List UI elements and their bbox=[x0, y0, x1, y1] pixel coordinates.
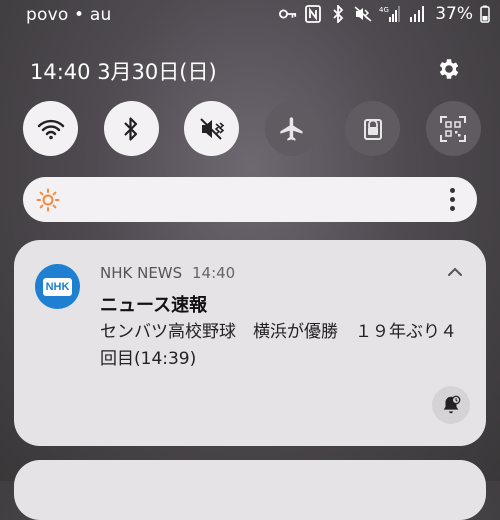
alert-settings-button[interactable] bbox=[432, 386, 470, 424]
app-name: NHK NEWS bbox=[100, 264, 183, 282]
bluetooth-icon bbox=[124, 116, 138, 141]
airplane-icon bbox=[280, 116, 303, 141]
notification-time: 14:40 bbox=[192, 264, 236, 282]
mute-icon bbox=[354, 4, 372, 24]
nhk-logo: NHK bbox=[42, 277, 73, 296]
lock-icon bbox=[363, 118, 382, 140]
wifi-toggle[interactable] bbox=[23, 101, 78, 156]
next-notification-card[interactable] bbox=[14, 460, 486, 520]
date-time: 14:40 3月30日(日) bbox=[30, 60, 217, 84]
status-bar: povo • au 4G 37% bbox=[0, 0, 500, 32]
notification-card[interactable]: NHK NHK NEWS 14:40 ニュース速報 センバツ高校野球 横浜が優勝… bbox=[14, 240, 486, 446]
bluetooth-icon bbox=[329, 4, 347, 24]
battery-icon bbox=[480, 4, 490, 24]
settings-button[interactable] bbox=[432, 52, 466, 86]
mute-vibrate-icon bbox=[199, 117, 224, 140]
key-icon bbox=[279, 4, 297, 24]
bluetooth-toggle[interactable] bbox=[103, 101, 159, 156]
more-options-icon[interactable] bbox=[449, 188, 455, 212]
sound-toggle[interactable] bbox=[184, 101, 240, 156]
wifi-icon bbox=[37, 119, 64, 139]
brightness-slider[interactable] bbox=[23, 177, 477, 222]
chevron-up-icon bbox=[448, 267, 462, 276]
bell-icon bbox=[443, 395, 461, 414]
battery-label: 37% bbox=[435, 4, 473, 24]
collapse-button[interactable] bbox=[444, 262, 466, 282]
carrier-label: povo • au bbox=[26, 5, 112, 25]
nfc-icon bbox=[304, 4, 322, 24]
signal-4g-icon: 4G bbox=[379, 4, 401, 24]
network-type-label: 4G bbox=[379, 6, 389, 14]
nhk-app-icon: NHK bbox=[35, 264, 80, 309]
sun-icon bbox=[36, 188, 60, 216]
signal-icon bbox=[408, 4, 426, 24]
qr-scan-icon bbox=[440, 115, 467, 142]
lock-toggle[interactable] bbox=[345, 101, 401, 156]
gear-icon bbox=[439, 59, 459, 79]
quick-settings-row bbox=[23, 101, 481, 156]
qr-scanner-toggle[interactable] bbox=[425, 101, 481, 156]
airplane-mode-toggle[interactable] bbox=[264, 101, 320, 156]
status-icons: 4G 37% bbox=[279, 4, 490, 24]
notification-body: センバツ高校野球 横浜が優勝 １９年ぶり４回目(14:39) bbox=[100, 322, 457, 369]
notification-title: ニュース速報 bbox=[100, 295, 208, 316]
